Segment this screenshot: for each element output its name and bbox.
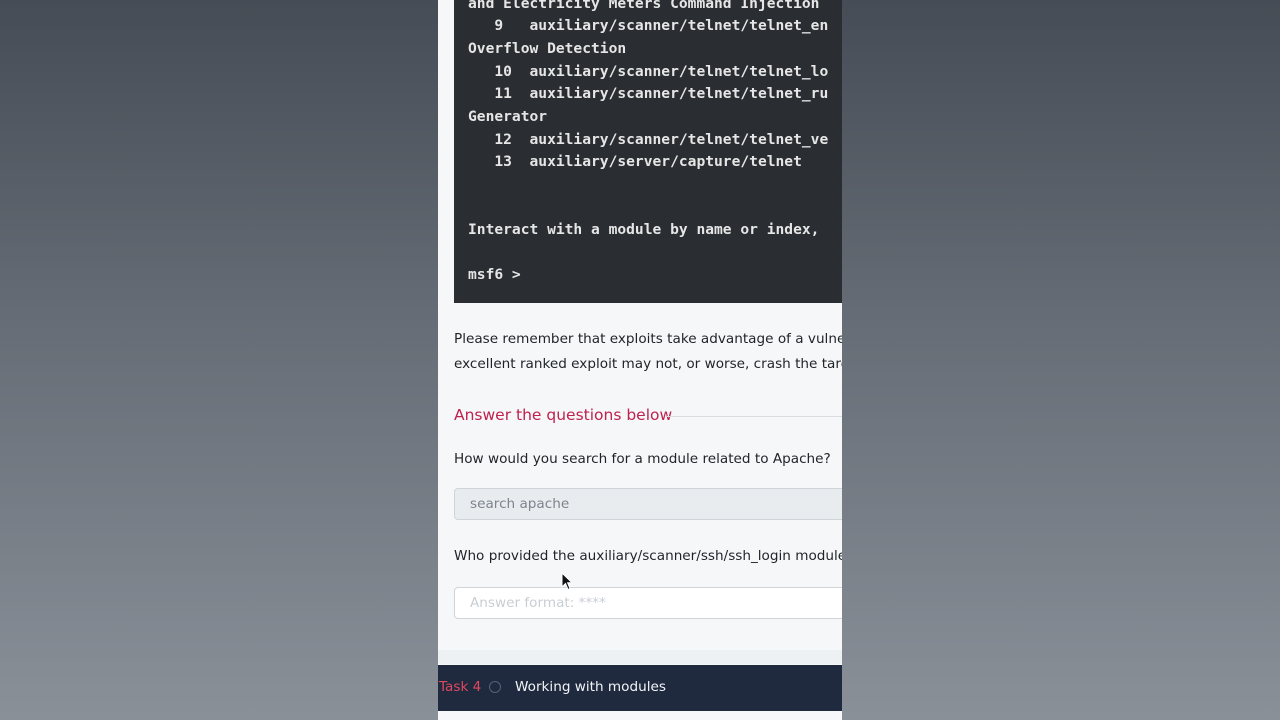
terminal-line: 10 auxiliary/scanner/telnet/telnet_lo [468, 63, 829, 80]
section-divider [667, 416, 842, 417]
task-content-panel: and Electricity Meters Command Injection… [438, 0, 842, 720]
terminal-line: Generator [468, 108, 548, 125]
terminal-line: 12 auxiliary/scanner/telnet/telnet_ve [468, 131, 829, 148]
body-paragraph-line: excellent ranked exploit may not, or wor… [454, 356, 842, 372]
task-title: Working with modules [515, 679, 666, 695]
mouse-pointer-icon [561, 572, 573, 591]
terminal-line: and Electricity Meters Command Injection [468, 0, 820, 12]
terminal-line: 13 auxiliary/server/capture/telnet [468, 153, 802, 170]
background-left [0, 0, 438, 720]
terminal-line: 11 auxiliary/scanner/telnet/telnet_ru [468, 85, 829, 102]
question-2-text: Who provided the auxiliary/scanner/ssh/s… [454, 548, 842, 564]
task-status-circle-icon [489, 681, 501, 693]
terminal-line: Interact with a module by name or index, [468, 221, 820, 238]
background-right [842, 0, 1280, 720]
terminal-output: and Electricity Meters Command Injection… [454, 0, 842, 303]
body-paragraph-line: Please remember that exploits take advan… [454, 331, 842, 347]
question-1-answer-field[interactable]: search apache [454, 488, 842, 520]
questions-section-title: Answer the questions below [454, 406, 673, 424]
question-2-answer-input[interactable] [454, 587, 842, 619]
question-1-text: How would you search for a module relate… [454, 451, 831, 467]
terminal-line: 9 auxiliary/scanner/telnet/telnet_en [468, 17, 829, 34]
task-4-header[interactable]: Task 4 Working with modules [438, 665, 842, 711]
terminal-prompt: msf6 > [468, 266, 521, 283]
section-separator [438, 650, 842, 664]
terminal-line: Overflow Detection [468, 40, 627, 57]
task-number: Task 4 [439, 679, 482, 695]
